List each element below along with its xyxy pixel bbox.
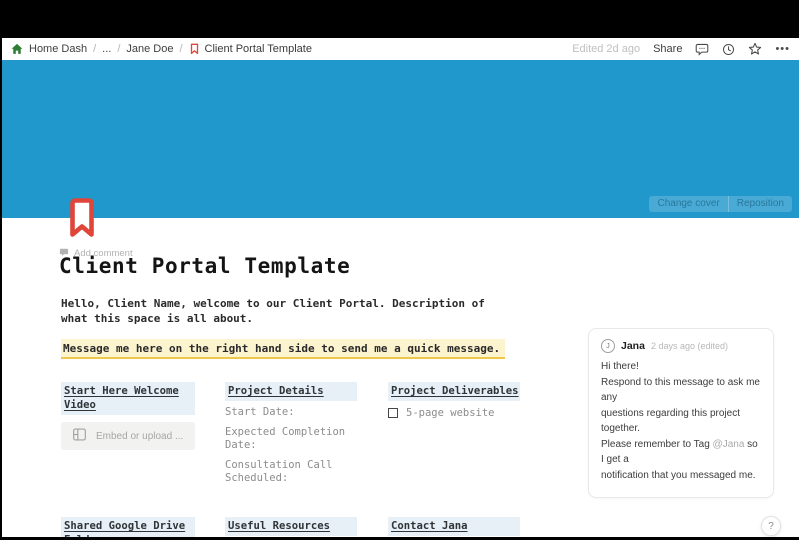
todo-item: 5-page website [388,407,520,419]
breadcrumb-item-collapsed[interactable]: ... [102,43,111,55]
mention-jana[interactable]: @Jana [713,439,745,450]
column-useful-resources: Useful Resources [225,517,357,537]
highlighted-message[interactable]: Message me here on the right hand side t… [61,339,506,359]
comment-line: notification that you messaged me. [601,469,756,481]
breadcrumb: Home Dash / ... / Jane Doe / Client Port… [11,43,572,55]
comments-icon[interactable] [695,42,709,56]
breadcrumb-separator: / [117,43,121,55]
favorite-star-icon[interactable] [748,42,762,56]
home-icon[interactable] [11,43,23,55]
field-expected-completion-date[interactable]: Expected Completion Date: [225,426,357,452]
history-clock-icon[interactable] [722,43,735,56]
bookmark-icon [189,43,200,55]
comment-line: Respond to this message to ask me any [601,376,760,404]
comment-timestamp: 2 days ago (edited) [650,341,728,351]
video-film-icon [72,427,87,445]
heading-contact-jana[interactable]: Contact Jana [388,517,520,536]
edited-timestamp: Edited 2d ago [572,43,641,55]
embed-upload-placeholder[interactable]: Embed or upload ... [61,422,195,450]
help-button[interactable]: ? [761,516,781,536]
topbar-actions: Edited 2d ago Share ••• [572,42,790,56]
top-navigation-bar: Home Dash / ... / Jane Doe / Client Port… [2,38,799,60]
breadcrumb-current-label: Client Portal Template [204,43,312,55]
comment-header: J Jana 2 days ago (edited) [601,339,761,353]
comment-line: Please remember to Tag @Jana so I get a [601,438,758,466]
change-cover-button[interactable]: Change cover [649,196,727,212]
breadcrumb-separator: / [93,43,97,55]
intro-paragraph[interactable]: Hello, Client Name, welcome to our Clien… [61,296,516,326]
page-cover: Change cover Reposition [2,60,799,218]
columns-row-1: Start Here Welcome Video Embed or upload… [61,382,520,492]
heading-shared-google-drive-folder[interactable]: Shared Google Drive Folder [61,517,195,537]
breadcrumb-item-home-dash[interactable]: Home Dash [29,43,87,55]
field-start-date[interactable]: Start Date: [225,406,357,419]
comment-body: Hi there! Respond to this message to ask… [601,359,761,483]
comment-card[interactable]: J Jana 2 days ago (edited) Hi there! Res… [588,328,774,498]
share-button[interactable]: Share [653,43,682,55]
app-window: Home Dash / ... / Jane Doe / Client Port… [0,0,799,540]
column-start-here: Start Here Welcome Video Embed or upload… [61,382,195,492]
cover-action-buttons: Change cover Reposition [649,196,792,212]
avatar: J [601,339,615,353]
todo-checkbox[interactable] [388,408,398,418]
heading-project-details[interactable]: Project Details [225,382,357,401]
breadcrumb-current-page[interactable]: Client Portal Template [189,43,312,55]
heading-project-deliverables[interactable]: Project Deliverables [388,382,520,401]
project-detail-fields: Start Date: Expected Completion Date: Co… [225,406,357,485]
columns-row-2: Shared Google Drive Folder Useful Resour… [61,517,520,537]
column-project-details: Project Details Start Date: Expected Com… [225,382,357,492]
column-shared-drive: Shared Google Drive Folder [61,517,195,537]
comment-line: questions regarding this project togethe… [601,407,740,435]
column-contact-jana: Contact Jana [388,517,520,537]
reposition-button[interactable]: Reposition [727,196,792,212]
page-bookmark-icon[interactable] [70,198,94,238]
embed-placeholder-label: Embed or upload ... [96,430,184,442]
column-project-deliverables: Project Deliverables 5-page website [388,382,520,492]
page-title[interactable]: Client Portal Template [59,254,350,278]
heading-useful-resources[interactable]: Useful Resources [225,517,357,536]
todo-label[interactable]: 5-page website [406,407,495,419]
comment-author: Jana [621,340,645,352]
field-consultation-call[interactable]: Consultation Call Scheduled: [225,459,357,485]
heading-start-here-welcome-video[interactable]: Start Here Welcome Video [61,382,195,415]
page-content: Add comment Client Portal Template Hello… [2,218,799,537]
breadcrumb-separator: / [179,43,183,55]
more-options-button[interactable]: ••• [775,43,790,55]
comment-line: Hi there! [601,361,639,372]
breadcrumb-item-jane-doe[interactable]: Jane Doe [126,43,173,55]
